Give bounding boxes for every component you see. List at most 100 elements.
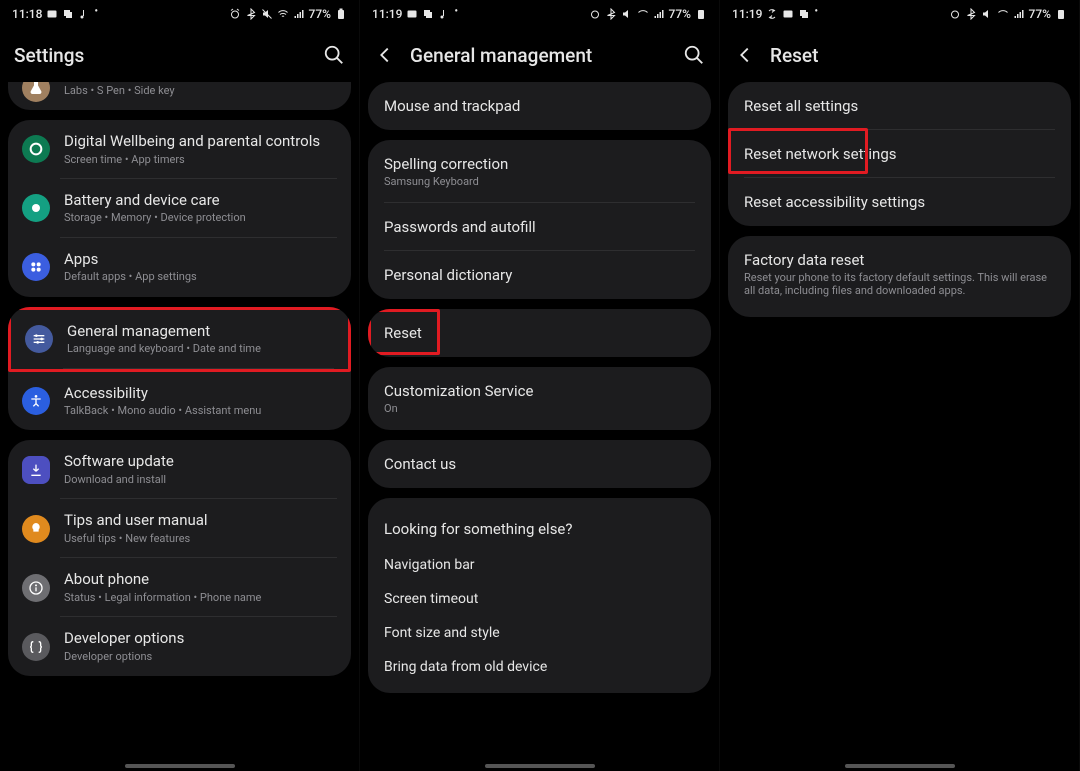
settings-row-digital-wellbeing[interactable]: Digital Wellbeing and parental controlsS… [8, 120, 351, 179]
row-title: Software update [64, 452, 174, 472]
mute-icon [981, 8, 993, 20]
settings-group: Reset all settings Reset network setting… [728, 82, 1071, 226]
row-reset-accessibility[interactable]: Reset accessibility settings [728, 178, 1071, 226]
sliders-icon [25, 325, 53, 353]
settings-row-tips[interactable]: Tips and user manualUseful tips • New fe… [8, 499, 351, 558]
settings-row-software-update[interactable]: Software updateDownload and install [8, 440, 351, 499]
bluetooth-icon [965, 8, 977, 20]
nav-pill[interactable] [125, 764, 235, 768]
settings-group: Labs • S Pen • Side key [8, 82, 351, 110]
highlight-box [728, 128, 868, 174]
more-icon: • [454, 6, 458, 17]
back-icon[interactable] [734, 44, 756, 66]
title-row: Settings [0, 28, 359, 82]
care-icon [22, 194, 50, 222]
info-icon [22, 574, 50, 602]
row-title: Digital Wellbeing and parental controls [64, 132, 320, 152]
music-icon [438, 8, 450, 20]
row-customization[interactable]: Customization ServiceOn [368, 367, 711, 430]
row-subtitle: Useful tips • New features [64, 531, 208, 546]
status-bar: 11:19 • 77% [720, 0, 1079, 28]
more-icon: • [94, 6, 98, 17]
mute-icon [621, 8, 633, 20]
status-battery: 77% [309, 7, 331, 21]
row-factory-reset[interactable]: Factory data resetReset your phone to it… [728, 236, 1071, 317]
bluetooth-icon [605, 8, 617, 20]
row-title: Accessibility [64, 384, 261, 404]
row-title: General management [67, 322, 261, 342]
highlight-box [368, 309, 440, 355]
status-bar: 11:19 • 77% [360, 0, 719, 28]
link-font-size[interactable]: Font size and style [368, 616, 711, 650]
row-title: Developer options [64, 629, 184, 649]
layers-icon [422, 8, 434, 20]
bluetooth-icon [245, 8, 257, 20]
settings-group: Mouse and trackpad [368, 82, 711, 130]
row-subtitle: Screen time • App timers [64, 152, 320, 167]
row-spelling[interactable]: Spelling correctionSamsung Keyboard [368, 140, 711, 203]
nav-pill[interactable] [845, 764, 955, 768]
nav-pill[interactable] [485, 764, 595, 768]
row-subtitle: Default apps • App settings [64, 269, 197, 284]
status-battery: 77% [669, 7, 691, 21]
settings-group: Factory data resetReset your phone to it… [728, 236, 1071, 317]
more-icon: • [814, 6, 818, 17]
row-subtitle: Language and keyboard • Date and time [67, 341, 261, 356]
status-time: 11:19 [732, 7, 762, 21]
settings-row-about[interactable]: About phoneStatus • Legal information • … [8, 558, 351, 617]
signal-icon [653, 8, 665, 20]
row-passwords[interactable]: Passwords and autofill [368, 203, 711, 251]
settings-group: Software updateDownload and install Tips… [8, 440, 351, 676]
row-reset-all[interactable]: Reset all settings [728, 82, 1071, 130]
row-title: Apps [64, 250, 197, 270]
settings-row-advanced-features[interactable]: Labs • S Pen • Side key [8, 82, 351, 110]
accessibility-icon [22, 387, 50, 415]
image-icon [782, 8, 794, 20]
status-time: 11:19 [372, 7, 402, 21]
settings-group: Digital Wellbeing and parental controlsS… [8, 120, 351, 297]
settings-group: Contact us [368, 440, 711, 488]
link-navigation-bar[interactable]: Navigation bar [368, 548, 711, 582]
search-icon[interactable] [683, 44, 705, 66]
row-dictionary[interactable]: Personal dictionary [368, 251, 711, 299]
row-contact-us[interactable]: Contact us [368, 440, 711, 488]
row-title: Battery and device care [64, 191, 246, 211]
back-icon[interactable] [374, 44, 396, 66]
apps-icon [22, 253, 50, 281]
battery-icon [335, 8, 347, 20]
wellbeing-icon [22, 135, 50, 163]
wifi-icon [277, 8, 289, 20]
settings-row-battery[interactable]: Battery and device careStorage • Memory … [8, 179, 351, 238]
alarm-icon [229, 8, 241, 20]
settings-group: Spelling correctionSamsung Keyboard Pass… [368, 140, 711, 299]
screen-settings: 11:18 • 77% Settings Labs • S Pen • Side… [0, 0, 360, 771]
link-screen-timeout[interactable]: Screen timeout [368, 582, 711, 616]
braces-icon [22, 633, 50, 661]
page-title: General management [410, 44, 669, 67]
mute-icon [261, 8, 273, 20]
settings-row-apps[interactable]: AppsDefault apps • App settings [8, 238, 351, 297]
signal-icon [293, 8, 305, 20]
link-bring-data[interactable]: Bring data from old device [368, 650, 711, 693]
image-icon [406, 8, 418, 20]
settings-row-general-management[interactable]: General managementLanguage and keyboard … [8, 307, 351, 372]
row-subtitle: Labs • S Pen • Side key [64, 83, 175, 98]
search-icon[interactable] [323, 44, 345, 66]
settings-row-accessibility[interactable]: AccessibilityTalkBack • Mono audio • Ass… [8, 372, 351, 431]
looking-header: Looking for something else? [368, 498, 711, 548]
status-time: 11:18 [12, 7, 42, 21]
settings-row-developer[interactable]: Developer optionsDeveloper options [8, 617, 351, 676]
settings-group: General managementLanguage and keyboard … [8, 307, 351, 431]
signal-icon [1013, 8, 1025, 20]
settings-group: Customization ServiceOn [368, 367, 711, 430]
bulb-icon [22, 515, 50, 543]
battery-icon [695, 8, 707, 20]
music-icon [78, 8, 90, 20]
row-mouse-trackpad[interactable]: Mouse and trackpad [368, 82, 711, 130]
row-title: About phone [64, 570, 261, 590]
status-battery: 77% [1029, 7, 1051, 21]
looking-group: Looking for something else? Navigation b… [368, 498, 711, 693]
row-subtitle: TalkBack • Mono audio • Assistant menu [64, 403, 261, 418]
wifi-icon [997, 8, 1009, 20]
page-title: Settings [14, 44, 309, 67]
